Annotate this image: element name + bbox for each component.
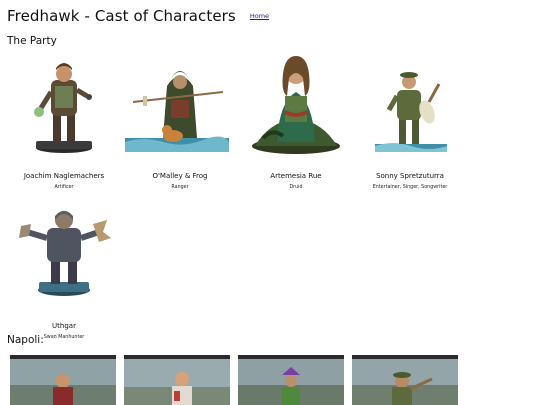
armored-hunter-miniature-icon: [7, 202, 121, 312]
bard-with-lute-miniature-icon: [353, 52, 467, 162]
character-name: O'Malley & Frog: [152, 172, 208, 180]
character-card-omalley[interactable]: O'Malley & Frog Ranger: [123, 52, 237, 190]
section-heading-napoli: Napoli:: [7, 334, 44, 346]
napoli-screenshot-2[interactable]: [124, 355, 230, 405]
character-role: Druid: [289, 185, 303, 190]
napoli-screenshot-1[interactable]: [10, 355, 116, 405]
napoli-screenshot-4[interactable]: [352, 355, 458, 405]
napoli-screenshots: [10, 355, 470, 405]
character-card-sonny[interactable]: Sonny Spretzuturra Entertainer, Singer, …: [353, 52, 467, 190]
character-role: Entertainer, Singer, Songwriter: [372, 185, 448, 190]
section-heading-party: The Party: [7, 35, 57, 47]
character-name: Artemesia Rue: [270, 172, 322, 180]
page-title: Fredhawk - Cast of Characters: [7, 7, 236, 25]
character-card-uthgar[interactable]: Uthgar Swan Manhunter: [7, 202, 121, 340]
home-link[interactable]: Home: [250, 12, 269, 20]
character-role: Artificer: [54, 185, 74, 190]
seated-druid-miniature-icon: [239, 52, 353, 162]
napoli-screenshot-3[interactable]: [238, 355, 344, 405]
character-card-joachim[interactable]: Joachim Naglemachers Artificer: [7, 52, 121, 190]
page-header: Fredhawk - Cast of Characters Home: [7, 7, 269, 25]
character-name: Uthgar: [52, 322, 76, 330]
dwarf-artificer-miniature-icon: [7, 52, 121, 162]
character-role: Ranger: [171, 185, 189, 190]
character-card-artemesia[interactable]: Artemesia Rue Druid: [239, 52, 353, 190]
character-name: Joachim Naglemachers: [23, 172, 105, 180]
hooded-ranger-miniature-icon: [123, 52, 237, 162]
character-name: Sonny Spretzuturra: [376, 172, 444, 180]
